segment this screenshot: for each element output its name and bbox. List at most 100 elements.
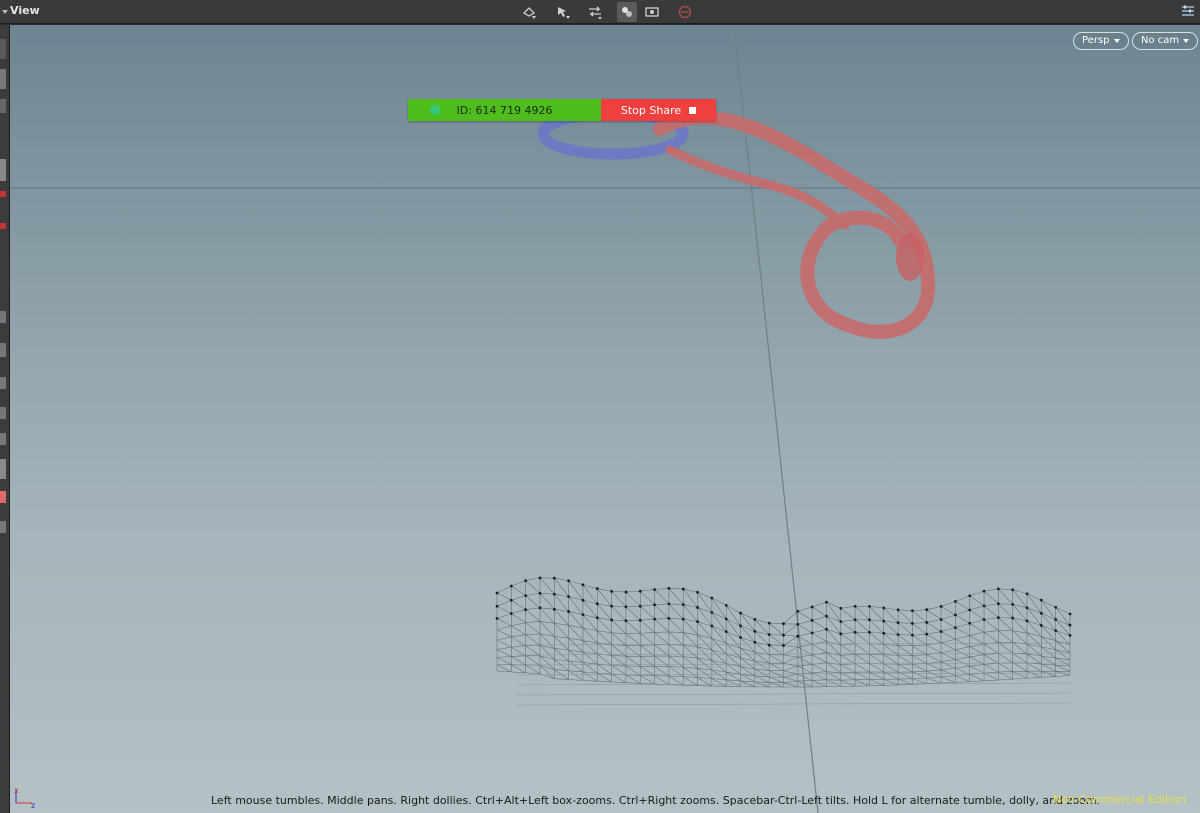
mesh-vertex bbox=[968, 621, 972, 625]
display-option-button[interactable] bbox=[0, 433, 6, 445]
mesh-vertex bbox=[538, 576, 542, 580]
mesh-vertex bbox=[739, 636, 742, 639]
transform-tool-icon bbox=[589, 6, 602, 20]
projection-menu-button[interactable]: Persp bbox=[1073, 32, 1129, 50]
select-tool-button[interactable] bbox=[553, 2, 573, 22]
mesh-vertex bbox=[710, 611, 714, 614]
mesh-vertex bbox=[853, 630, 857, 634]
display-option-button[interactable] bbox=[0, 407, 6, 419]
edition-label: Non-Commercial Edition bbox=[1052, 793, 1186, 806]
display-option-button[interactable] bbox=[0, 39, 6, 59]
mesh-vertex bbox=[782, 633, 785, 637]
mesh-vertex bbox=[696, 606, 699, 609]
display-option-button[interactable] bbox=[0, 99, 6, 113]
mesh-vertex bbox=[638, 589, 642, 593]
mesh-vertex bbox=[509, 598, 513, 602]
mesh-vertex bbox=[839, 620, 843, 623]
mesh-vertex bbox=[567, 610, 571, 613]
mesh-vertex bbox=[624, 590, 628, 594]
tumble-tool-button[interactable] bbox=[519, 2, 539, 22]
scene-canvas[interactable] bbox=[10, 25, 1200, 813]
mesh-vertex bbox=[681, 587, 685, 591]
mesh-vertex bbox=[524, 594, 528, 598]
display-option-button[interactable] bbox=[0, 191, 6, 197]
stop-share-button[interactable]: Stop Share bbox=[601, 99, 716, 121]
pane-menu-arrow-icon[interactable] bbox=[2, 10, 8, 14]
meeting-id-box[interactable]: ID: 614 719 4926 bbox=[408, 99, 601, 121]
mesh-vertex bbox=[896, 633, 900, 636]
mesh-vertex bbox=[1025, 606, 1029, 610]
mesh-vertex bbox=[1068, 623, 1072, 627]
mesh-vertex bbox=[667, 617, 671, 620]
snapshot-button[interactable] bbox=[642, 2, 662, 22]
mesh-vertex bbox=[1068, 633, 1072, 637]
display-option-button[interactable] bbox=[0, 459, 6, 479]
mesh-vertex bbox=[954, 626, 957, 630]
mesh-vertex bbox=[624, 619, 628, 623]
display-option-button[interactable] bbox=[0, 521, 6, 533]
chevron-down-icon bbox=[1113, 39, 1120, 43]
mesh-vertex bbox=[868, 604, 871, 608]
mesh-vertex bbox=[724, 617, 728, 621]
pane-settings-icon[interactable] bbox=[1180, 3, 1196, 19]
mesh-vertex bbox=[739, 611, 742, 615]
mesh-vertex bbox=[839, 606, 843, 610]
axis-z-label: z bbox=[31, 801, 35, 809]
chevron-down-icon bbox=[1183, 39, 1190, 43]
mesh-vertex bbox=[825, 627, 828, 631]
display-option-button[interactable] bbox=[0, 377, 6, 389]
display-option-button[interactable] bbox=[0, 343, 6, 357]
mesh-vertex bbox=[882, 606, 886, 610]
mesh-vertex bbox=[810, 631, 814, 635]
mesh-vertex bbox=[1054, 618, 1058, 621]
mesh-vertex bbox=[982, 589, 986, 593]
mesh-vertex bbox=[1068, 612, 1072, 616]
mesh-vertex bbox=[796, 634, 800, 638]
terrain-wireframe-mesh[interactable] bbox=[495, 576, 1072, 706]
view-mode-button[interactable] bbox=[617, 2, 637, 22]
mesh-vertex bbox=[595, 587, 599, 591]
mesh-vertex bbox=[825, 614, 828, 618]
camera-menu-button[interactable]: No cam bbox=[1132, 32, 1199, 50]
mesh-vertex bbox=[954, 613, 957, 617]
mesh-vertex bbox=[1039, 624, 1043, 627]
display-option-button[interactable] bbox=[0, 311, 6, 323]
mesh-vertex bbox=[968, 594, 972, 598]
mesh-vertex bbox=[624, 605, 628, 609]
mesh-vertex bbox=[681, 617, 685, 621]
left-toolbar bbox=[0, 25, 10, 813]
transform-tool-button[interactable] bbox=[585, 2, 605, 22]
mesh-vertex bbox=[1011, 603, 1015, 606]
display-option-button[interactable] bbox=[0, 223, 6, 229]
pane-title[interactable]: View bbox=[10, 4, 40, 17]
mesh-vertex bbox=[753, 629, 757, 633]
mesh-vertex bbox=[710, 624, 714, 628]
display-option-button[interactable] bbox=[0, 69, 6, 89]
mesh-vertex bbox=[681, 603, 685, 606]
display-option-button[interactable] bbox=[0, 491, 6, 503]
mesh-vertex bbox=[1011, 616, 1015, 620]
mesh-vertex bbox=[581, 613, 585, 617]
display-option-button[interactable] bbox=[0, 159, 6, 181]
mesh-vertex bbox=[1054, 629, 1058, 633]
mesh-vertex bbox=[896, 608, 900, 612]
mesh-vertex bbox=[810, 619, 814, 622]
scene-viewport[interactable]: Persp No cam ID: 614 719 4926 Stop Share… bbox=[10, 25, 1200, 813]
mesh-vertex bbox=[739, 624, 742, 628]
disabled-tool-button[interactable] bbox=[675, 2, 695, 22]
mesh-vertex bbox=[552, 592, 556, 596]
mesh-vertex bbox=[911, 609, 914, 613]
mesh-vertex bbox=[495, 617, 499, 620]
screen-share-banner: ID: 614 719 4926 Stop Share bbox=[408, 99, 716, 121]
mesh-vertex bbox=[839, 632, 843, 636]
mesh-vertex bbox=[653, 603, 656, 607]
mesh-vertex bbox=[939, 618, 943, 621]
snapshot-icon bbox=[645, 7, 659, 17]
mesh-vertex bbox=[552, 607, 556, 611]
mesh-vertex bbox=[868, 618, 871, 622]
mesh-vertex bbox=[753, 618, 757, 621]
disabled-icon bbox=[678, 5, 692, 19]
mesh-vertex bbox=[638, 604, 642, 608]
mesh-vertex bbox=[882, 631, 886, 635]
mesh-vertex bbox=[939, 630, 943, 633]
